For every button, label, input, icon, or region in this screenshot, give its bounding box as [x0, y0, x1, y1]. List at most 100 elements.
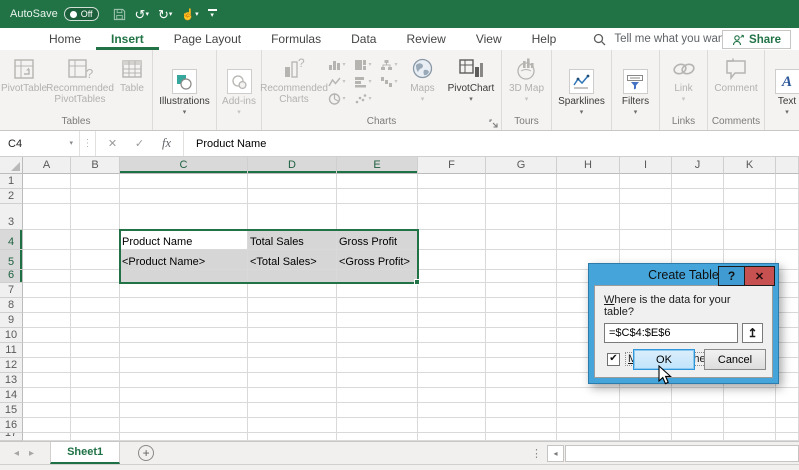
save-button[interactable] — [113, 8, 126, 21]
cell-J17[interactable] — [672, 433, 724, 441]
cell-F8[interactable] — [418, 298, 486, 313]
cell-A16[interactable] — [23, 418, 71, 433]
cell-C7[interactable] — [120, 283, 248, 298]
cell-E7[interactable] — [337, 283, 418, 298]
cell-B16[interactable] — [71, 418, 120, 433]
row-header-14[interactable]: 14 — [0, 388, 23, 403]
cell-G8[interactable] — [486, 298, 557, 313]
cell-B10[interactable] — [71, 328, 120, 343]
cell-D17[interactable] — [248, 433, 337, 441]
column-chart-button[interactable] — [324, 56, 350, 73]
dropdown-icon[interactable] — [169, 11, 173, 18]
cell-F15[interactable] — [418, 403, 486, 418]
name-box[interactable]: C4 — [0, 131, 80, 156]
column-header-F[interactable]: F — [418, 157, 486, 174]
cell-A4[interactable] — [23, 230, 71, 250]
table-range-input[interactable]: =$C$4:$E$6 — [604, 323, 738, 343]
formula-input[interactable]: Product Name — [184, 131, 799, 156]
cell-partial-4[interactable] — [776, 230, 799, 250]
cell-partial-13[interactable] — [776, 373, 799, 388]
column-header-K[interactable]: K — [724, 157, 776, 174]
cell-G10[interactable] — [486, 328, 557, 343]
tab-help[interactable]: Help — [517, 28, 572, 50]
row-header-7[interactable]: 7 — [0, 283, 23, 298]
cell-K3[interactable] — [724, 204, 776, 230]
cell-F10[interactable] — [418, 328, 486, 343]
row-header-6[interactable]: 6 — [0, 270, 23, 283]
cell-G14[interactable] — [486, 388, 557, 403]
row-header-10[interactable]: 10 — [0, 328, 23, 343]
scatter-chart-button[interactable] — [350, 90, 376, 107]
cell-C15[interactable] — [120, 403, 248, 418]
cell-I15[interactable] — [620, 403, 672, 418]
cell-partial-11[interactable] — [776, 343, 799, 358]
cell-B17[interactable] — [71, 433, 120, 441]
cell-F6[interactable] — [418, 270, 486, 283]
cell-D12[interactable] — [248, 358, 337, 373]
column-header-partial[interactable] — [776, 157, 799, 174]
cell-I16[interactable] — [620, 418, 672, 433]
cell-F12[interactable] — [418, 358, 486, 373]
cell-E6[interactable] — [337, 270, 418, 283]
cell-partial-9[interactable] — [776, 313, 799, 328]
pivotchart-button[interactable]: PivotChart — [441, 52, 501, 103]
cell-A9[interactable] — [23, 313, 71, 328]
cell-A14[interactable] — [23, 388, 71, 403]
cell-B1[interactable] — [71, 174, 120, 189]
cell-G6[interactable] — [486, 270, 557, 283]
formula-bar-handle[interactable] — [80, 131, 95, 156]
sparklines-button[interactable]: Sparklines — [556, 66, 607, 116]
cell-D13[interactable] — [248, 373, 337, 388]
cancel-button[interactable]: Cancel — [704, 349, 766, 370]
tab-home[interactable]: Home — [34, 28, 96, 50]
row-header-16[interactable]: 16 — [0, 418, 23, 433]
cell-I2[interactable] — [620, 189, 672, 204]
dropdown-icon[interactable] — [195, 11, 199, 18]
cell-partial-5[interactable] — [776, 250, 799, 270]
fill-handle[interactable] — [414, 279, 420, 285]
select-all-corner[interactable] — [0, 157, 23, 174]
link-button[interactable]: Link — [664, 52, 704, 103]
cell-C17[interactable] — [120, 433, 248, 441]
cell-A13[interactable] — [23, 373, 71, 388]
illustrations-button[interactable]: Illustrations — [157, 66, 212, 116]
tab-insert[interactable]: Insert — [96, 28, 159, 50]
cell-partial-1[interactable] — [776, 174, 799, 189]
cell-H17[interactable] — [557, 433, 620, 441]
addins-button[interactable]: Add-ins — [220, 66, 258, 116]
column-header-A[interactable]: A — [23, 157, 71, 174]
cell-D2[interactable] — [248, 189, 337, 204]
cell-J2[interactable] — [672, 189, 724, 204]
cell-E12[interactable] — [337, 358, 418, 373]
cell-K14[interactable] — [724, 388, 776, 403]
recommended-charts-button[interactable]: ? Recommended Charts — [266, 52, 322, 105]
column-header-E[interactable]: E — [337, 157, 418, 174]
touch-mouse-mode-button[interactable] — [181, 5, 198, 23]
cell-H2[interactable] — [557, 189, 620, 204]
cell-H1[interactable] — [557, 174, 620, 189]
column-header-I[interactable]: I — [620, 157, 672, 174]
cell-G5[interactable] — [486, 250, 557, 270]
cell-G12[interactable] — [486, 358, 557, 373]
cell-partial-12[interactable] — [776, 358, 799, 373]
cell-J15[interactable] — [672, 403, 724, 418]
cell-E17[interactable] — [337, 433, 418, 441]
cell-E5[interactable]: <Gross Profit> — [337, 250, 418, 270]
ok-button[interactable]: OK — [633, 349, 695, 370]
cell-I3[interactable] — [620, 204, 672, 230]
cell-K15[interactable] — [724, 403, 776, 418]
cell-C5[interactable]: <Product Name> — [120, 250, 248, 270]
cell-G7[interactable] — [486, 283, 557, 298]
cell-D14[interactable] — [248, 388, 337, 403]
cell-A1[interactable] — [23, 174, 71, 189]
cell-D3[interactable] — [248, 204, 337, 230]
cell-A10[interactable] — [23, 328, 71, 343]
cell-B9[interactable] — [71, 313, 120, 328]
cell-B7[interactable] — [71, 283, 120, 298]
cell-H16[interactable] — [557, 418, 620, 433]
cell-E2[interactable] — [337, 189, 418, 204]
treemap-chart-button[interactable] — [350, 56, 376, 73]
row-header-17[interactable]: 17 — [0, 433, 23, 441]
scroll-left-button[interactable] — [547, 445, 564, 462]
cell-F5[interactable] — [418, 250, 486, 270]
